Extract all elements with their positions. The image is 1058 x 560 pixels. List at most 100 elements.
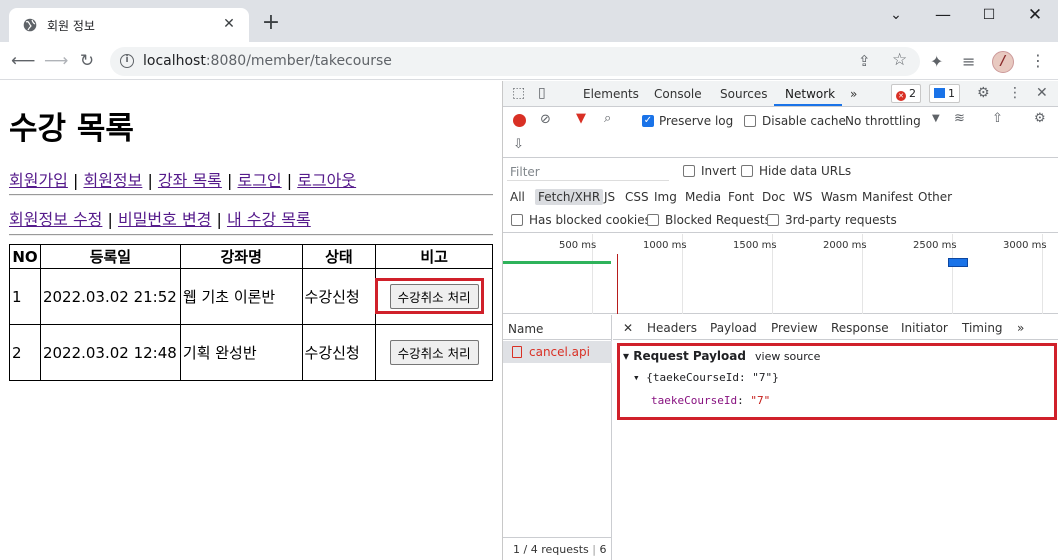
clear-icon[interactable]: ⊘: [540, 112, 551, 127]
type-filter-ws[interactable]: WS: [793, 190, 812, 204]
timeline-dom-bar: [503, 261, 611, 264]
browser-tab[interactable]: 회원 정보 ✕: [9, 8, 249, 42]
maximize-button[interactable]: ☐: [966, 4, 1012, 28]
type-filter-doc[interactable]: Doc: [762, 190, 785, 204]
record-icon[interactable]: [513, 114, 526, 127]
cancel-course-button[interactable]: 수강취소 처리: [389, 284, 479, 309]
type-filter-all[interactable]: All: [510, 190, 525, 204]
search-icon[interactable]: ⌕: [604, 111, 611, 126]
type-filter-manifest[interactable]: Manifest: [862, 190, 913, 204]
nav-signup-link[interactable]: 회원가입: [9, 171, 68, 190]
info-icon[interactable]: i: [120, 54, 134, 68]
invert-checkbox[interactable]: [683, 165, 695, 177]
nav-login-link[interactable]: 로그인: [237, 171, 281, 190]
tab-payload[interactable]: Payload: [710, 321, 757, 335]
nav-separator: |: [147, 171, 153, 190]
more-detail-tabs-icon[interactable]: »: [1017, 321, 1024, 335]
more-tabs-icon[interactable]: »: [850, 87, 857, 101]
filter-input[interactable]: Filter: [507, 163, 669, 181]
nav-separator: |: [216, 210, 222, 229]
type-filter-css[interactable]: CSS: [625, 190, 649, 204]
tab-elements[interactable]: Elements: [583, 87, 639, 101]
reload-icon[interactable]: ↻: [76, 50, 98, 72]
timeline-tick: 1000 ms: [643, 240, 687, 251]
network-status-bar: 1 / 4 requests | 6: [503, 537, 612, 560]
star-icon[interactable]: ☆: [892, 50, 907, 70]
messages-badge[interactable]: 1: [929, 84, 960, 103]
network-timeline[interactable]: 500 ms 1000 ms 1500 ms 2000 ms 2500 ms 3…: [503, 234, 1058, 314]
page-title: 수강 목록: [9, 111, 134, 147]
errors-badge[interactable]: ✕ 2: [891, 84, 921, 103]
avatar[interactable]: /: [992, 51, 1014, 73]
type-filter-js[interactable]: JS: [604, 190, 615, 204]
url-text[interactable]: localhost:8080/member/takecourse: [143, 53, 392, 69]
tab-sources[interactable]: Sources: [720, 87, 767, 101]
close-detail-icon[interactable]: ✕: [623, 321, 633, 335]
puzzle-icon[interactable]: ✦: [930, 52, 943, 71]
media-list-icon[interactable]: ≡: [962, 52, 975, 71]
inspect-element-icon[interactable]: ⬚: [512, 85, 525, 101]
message-icon: [934, 88, 945, 98]
blocked-requests-checkbox[interactable]: [647, 214, 659, 226]
close-window-button[interactable]: ✕: [1012, 4, 1058, 28]
browser-toolbar: ⟵ ⟶ ↻ i localhost:8080/member/takecourse…: [0, 42, 1058, 80]
export-har-icon[interactable]: ⇩: [513, 137, 524, 152]
payload-title[interactable]: ▾ Request Payload: [623, 349, 746, 363]
nav-edit-info-link[interactable]: 회원정보 수정: [9, 210, 102, 229]
type-filter-font[interactable]: Font: [728, 190, 754, 204]
third-party-checkbox[interactable]: [767, 214, 779, 226]
minimize-button[interactable]: —: [920, 4, 966, 28]
network-conditions-icon[interactable]: ≋: [954, 111, 965, 126]
timeline-tick: 1500 ms: [733, 240, 777, 251]
tab-console[interactable]: Console: [654, 87, 702, 101]
nav-member-info-link[interactable]: 회원정보: [83, 171, 142, 190]
import-har-icon[interactable]: ⇧: [992, 111, 1003, 126]
menu-icon[interactable]: ⋮: [1030, 51, 1046, 70]
tab-search-icon[interactable]: ⌄: [873, 4, 919, 28]
forward-arrow-icon[interactable]: ⟶: [44, 50, 68, 72]
new-tab-button[interactable]: +: [259, 12, 283, 36]
address-bar[interactable]: i localhost:8080/member/takecourse ⇪ ☆: [110, 47, 920, 76]
type-filter-img[interactable]: Img: [654, 190, 677, 204]
close-devtools-icon[interactable]: ✕: [1036, 85, 1048, 101]
view-source-link[interactable]: view source: [755, 350, 820, 363]
name-column-header[interactable]: Name: [503, 315, 612, 340]
error-icon: ✕: [896, 91, 906, 101]
globe-icon: [23, 18, 37, 32]
column-header-course: 강좌명: [179, 244, 303, 269]
tab-timing[interactable]: Timing: [962, 321, 1003, 335]
type-filter-fetch-xhr[interactable]: Fetch/XHR: [535, 189, 604, 205]
throttling-select[interactable]: No throttling: [845, 114, 921, 128]
cancel-course-button[interactable]: 수강취소 처리: [389, 340, 479, 365]
nav-logout-link[interactable]: 로그아웃: [297, 171, 356, 190]
nav-my-courses-link[interactable]: 내 수강 목록: [227, 210, 311, 229]
tab-initiator[interactable]: Initiator: [901, 321, 948, 335]
payload-object[interactable]: ▾ {taekeCourseId: "7"}: [633, 371, 779, 384]
tab-headers[interactable]: Headers: [647, 321, 697, 335]
table-header-row: NO 등록일 강좌명 상태 비고: [9, 244, 493, 269]
device-toolbar-icon[interactable]: ▯: [538, 85, 546, 101]
request-count: 1 / 4 requests: [513, 543, 589, 556]
blocked-cookies-checkbox[interactable]: [511, 214, 523, 226]
tab-response[interactable]: Response: [831, 321, 889, 335]
request-row[interactable]: cancel.api: [503, 341, 612, 363]
chevron-down-icon[interactable]: ▼: [932, 113, 940, 124]
preserve-log-checkbox[interactable]: ✓: [642, 115, 654, 127]
type-filter-wasm[interactable]: Wasm: [821, 190, 857, 204]
type-filter-other[interactable]: Other: [918, 190, 952, 204]
hide-data-urls-checkbox[interactable]: [741, 165, 753, 177]
nav-course-list-link[interactable]: 강좌 목록: [158, 171, 222, 190]
settings-gear-icon[interactable]: ⚙: [977, 85, 990, 101]
tab-preview[interactable]: Preview: [771, 321, 818, 335]
share-icon[interactable]: ⇪: [858, 52, 871, 70]
payload-property: taekeCourseId: "7": [651, 394, 771, 407]
disable-cache-checkbox[interactable]: [744, 115, 756, 127]
nav-change-password-link[interactable]: 비밀번호 변경: [118, 210, 211, 229]
tab-close-icon[interactable]: ✕: [219, 14, 239, 34]
devtools-menu-icon[interactable]: ⋮: [1008, 85, 1022, 101]
back-arrow-icon[interactable]: ⟵: [11, 50, 35, 72]
filter-funnel-icon[interactable]: ▼: [576, 111, 586, 126]
type-filter-media[interactable]: Media: [685, 190, 721, 204]
tab-network[interactable]: Network: [785, 87, 835, 101]
network-settings-icon[interactable]: ⚙: [1034, 111, 1046, 126]
